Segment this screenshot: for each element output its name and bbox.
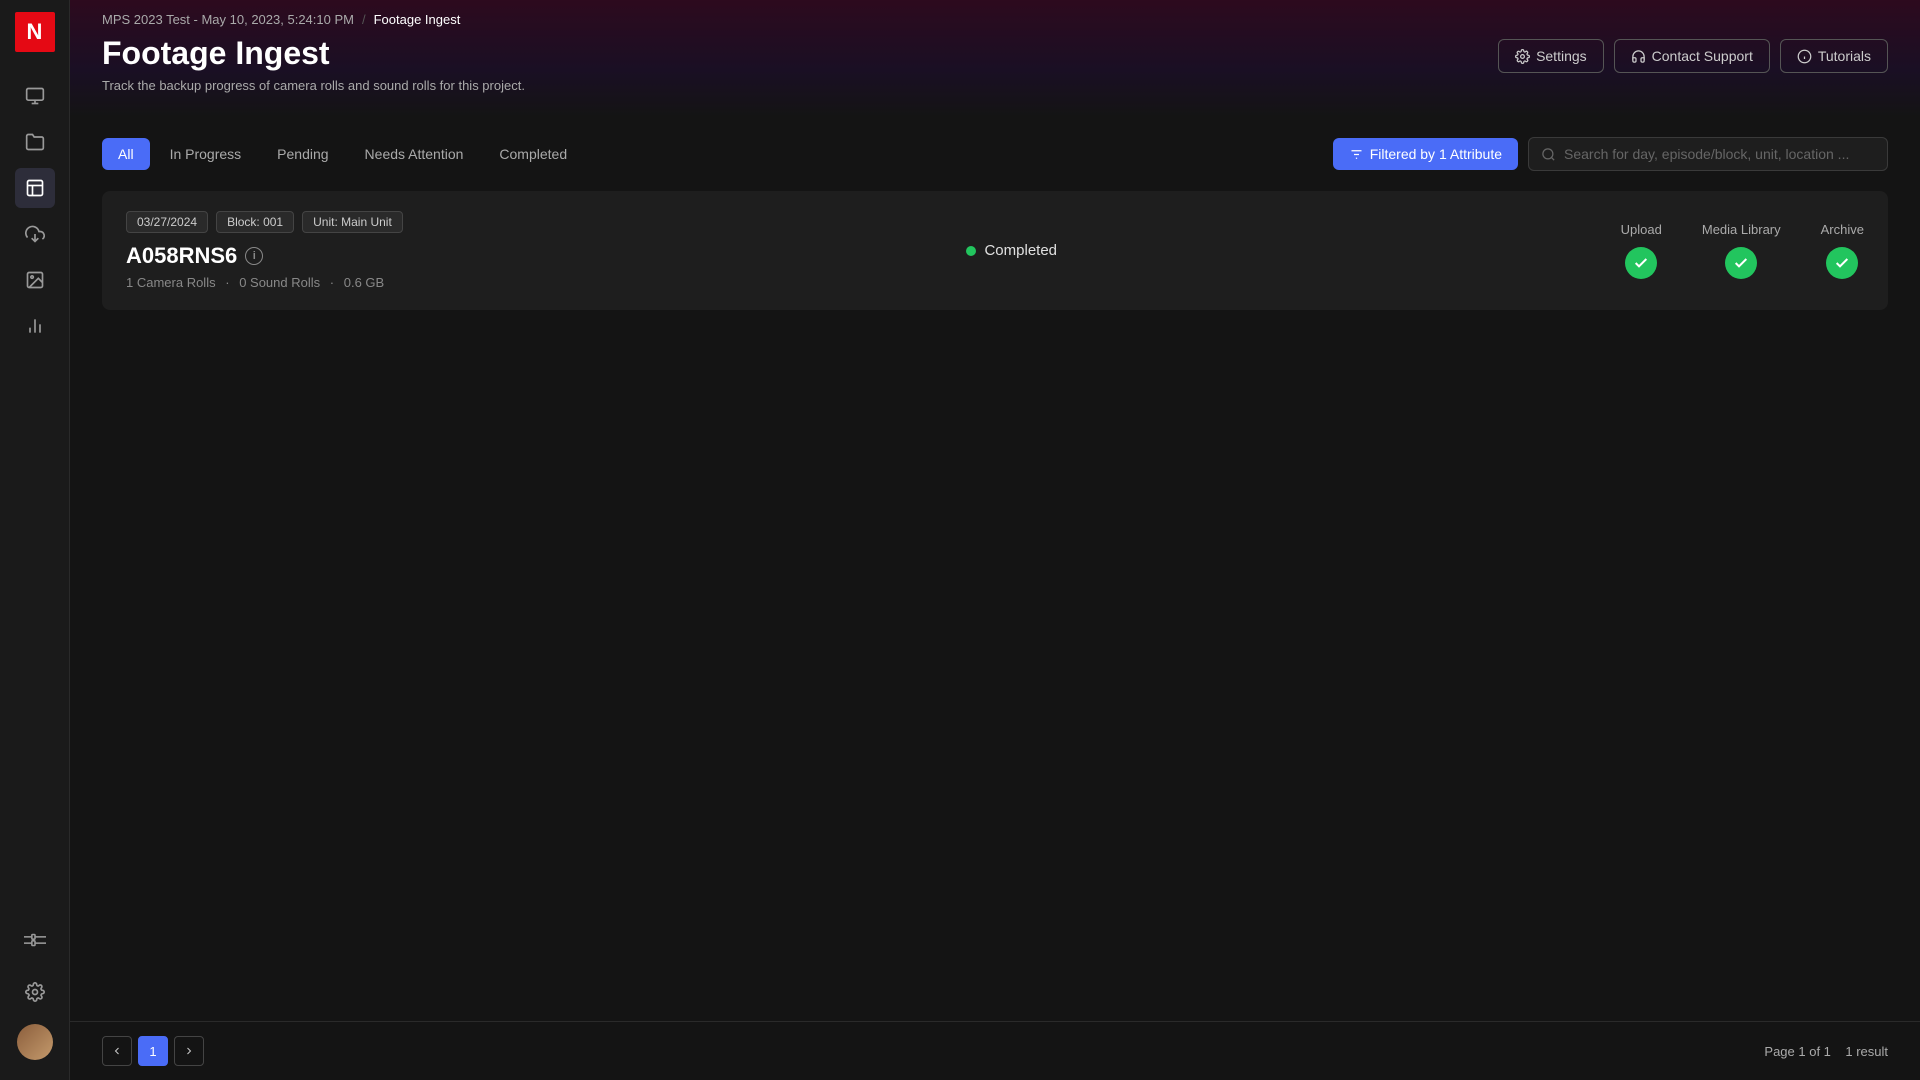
archive-col: Archive (1821, 222, 1864, 279)
contact-support-button[interactable]: Contact Support (1614, 39, 1770, 73)
page-subtitle: Track the backup progress of camera roll… (102, 78, 525, 93)
breadcrumb-separator: / (362, 12, 366, 27)
header-actions: Settings Contact Support Tutorials (1498, 39, 1888, 73)
status-text: Completed (984, 242, 1057, 259)
footage-card: 03/27/2024 Block: 001 Unit: Main Unit A0… (102, 191, 1888, 310)
sidebar-item-settings[interactable] (15, 972, 55, 1012)
chevron-left-icon (111, 1045, 123, 1057)
filter-icon (1349, 147, 1364, 162)
sidebar-item-download[interactable] (15, 214, 55, 254)
main-content: MPS 2023 Test - May 10, 2023, 5:24:10 PM… (70, 0, 1920, 1080)
sound-rolls: 0 Sound Rolls (239, 275, 320, 290)
tab-completed[interactable]: Completed (483, 138, 583, 170)
sidebar-item-pipeline[interactable] (15, 920, 55, 960)
media-library-col: Media Library (1702, 222, 1781, 279)
sidebar-item-ingest[interactable] (15, 168, 55, 208)
tutorials-label: Tutorials (1818, 48, 1871, 64)
pagination-controls: 1 (102, 1036, 204, 1066)
pagination-bar: 1 Page 1 of 1 1 result (70, 1021, 1920, 1080)
meta-sep1: · (225, 275, 229, 290)
tag-date: 03/27/2024 (126, 211, 208, 233)
sidebar-item-photo[interactable] (15, 260, 55, 300)
next-page-button[interactable] (174, 1036, 204, 1066)
info-icon (1797, 49, 1812, 64)
media-library-check-icon (1725, 247, 1757, 279)
page-1-button[interactable]: 1 (138, 1036, 168, 1066)
status-dot (966, 246, 976, 256)
card-tags: 03/27/2024 Block: 001 Unit: Main Unit (126, 211, 403, 233)
sidebar-item-monitor[interactable] (15, 76, 55, 116)
search-input[interactable] (1564, 146, 1875, 162)
tag-block: Block: 001 (216, 211, 294, 233)
camera-rolls: 1 Camera Rolls (126, 275, 216, 290)
info-button[interactable]: i (245, 247, 263, 265)
chevron-right-icon (183, 1045, 195, 1057)
upload-check-icon (1625, 247, 1657, 279)
settings-button[interactable]: Settings (1498, 39, 1604, 73)
status-tabs: All In Progress Pending Needs Attention … (102, 138, 583, 170)
tutorials-button[interactable]: Tutorials (1780, 39, 1888, 73)
tab-pending[interactable]: Pending (261, 138, 344, 170)
tab-all[interactable]: All (102, 138, 150, 170)
settings-label: Settings (1536, 48, 1587, 64)
gear-icon (1515, 49, 1530, 64)
content-area: All In Progress Pending Needs Attention … (70, 117, 1920, 1021)
card-left: 03/27/2024 Block: 001 Unit: Main Unit A0… (126, 211, 403, 290)
avatar[interactable] (17, 1024, 53, 1060)
card-title-row: A058RNS6 i (126, 243, 403, 269)
archive-check-icon (1826, 247, 1858, 279)
search-box (1528, 137, 1888, 171)
filter-right: Filtered by 1 Attribute (1333, 137, 1888, 171)
card-meta: 1 Camera Rolls · 0 Sound Rolls · 0.6 GB (126, 275, 403, 290)
breadcrumb-current: Footage Ingest (374, 12, 461, 27)
header: MPS 2023 Test - May 10, 2023, 5:24:10 PM… (70, 0, 1920, 117)
sidebar: N (0, 0, 70, 1080)
page-label: Page 1 of 1 (1764, 1044, 1831, 1059)
card-status: Completed (966, 242, 1057, 259)
breadcrumb: MPS 2023 Test - May 10, 2023, 5:24:10 PM… (102, 0, 1888, 35)
result-count: 1 result (1845, 1044, 1888, 1059)
contact-label: Contact Support (1652, 48, 1753, 64)
sidebar-item-folder[interactable] (15, 122, 55, 162)
breadcrumb-project: MPS 2023 Test - May 10, 2023, 5:24:10 PM (102, 12, 354, 27)
search-icon (1541, 147, 1556, 162)
file-size: 0.6 GB (344, 275, 384, 290)
pagination-info: Page 1 of 1 1 result (1764, 1044, 1888, 1059)
card-title-text: A058RNS6 (126, 243, 237, 269)
page-header-left: Footage Ingest Track the backup progress… (102, 35, 525, 93)
media-library-label: Media Library (1702, 222, 1781, 237)
page-title: Footage Ingest (102, 35, 525, 72)
filter-attribute-button[interactable]: Filtered by 1 Attribute (1333, 138, 1518, 170)
logo[interactable]: N (15, 12, 55, 52)
prev-page-button[interactable] (102, 1036, 132, 1066)
meta-sep2: · (330, 275, 334, 290)
upload-col: Upload (1621, 222, 1662, 279)
filter-bar: All In Progress Pending Needs Attention … (102, 117, 1888, 191)
upload-label: Upload (1621, 222, 1662, 237)
tab-in-progress[interactable]: In Progress (154, 138, 258, 170)
sidebar-item-chart[interactable] (15, 306, 55, 346)
tag-unit: Unit: Main Unit (302, 211, 403, 233)
tab-needs-attention[interactable]: Needs Attention (349, 138, 480, 170)
headset-icon (1631, 49, 1646, 64)
filter-label: Filtered by 1 Attribute (1370, 146, 1502, 162)
card-checks: Upload Media Library Archive (1621, 222, 1864, 279)
archive-label: Archive (1821, 222, 1864, 237)
